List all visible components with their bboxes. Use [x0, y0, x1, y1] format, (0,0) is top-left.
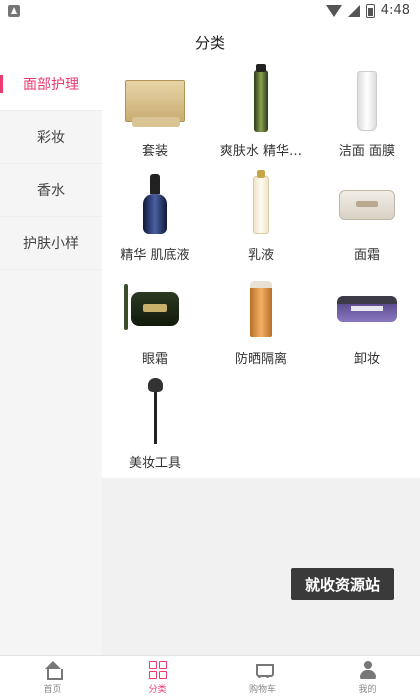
subcategory-label: 面霜 — [353, 248, 380, 263]
signal-icon — [347, 4, 360, 17]
tab-cart[interactable]: 购物车 — [210, 656, 315, 700]
subcategory-item-cream[interactable]: 面霜 — [314, 170, 420, 274]
cart-icon — [254, 661, 274, 679]
sidebar-item-label: 彩妆 — [37, 130, 65, 146]
cleanser-tube-icon — [332, 66, 402, 136]
subcategory-label: 爽肤水 精华… — [219, 144, 303, 159]
tab-label: 首页 — [43, 685, 62, 695]
subcategory-item-cleanser[interactable]: 洁面 面膜 — [314, 66, 420, 170]
category-content: 套装 爽肤水 精华… 洁面 面膜 精华 肌底液 乳液 面霜 眼霜 防晒隔离 卸妆… — [102, 58, 420, 655]
status-time: 4:48 — [380, 3, 410, 18]
subcategory-item-toner[interactable]: 爽肤水 精华… — [208, 64, 314, 170]
subcategory-item-lotion[interactable]: 乳液 — [208, 170, 314, 274]
subcategory-label: 美妆工具 — [128, 456, 181, 471]
makeup-brush-icon — [120, 378, 190, 448]
sidebar-item-perfume[interactable]: 香水 — [0, 164, 102, 217]
tab-home[interactable]: 首页 — [0, 656, 105, 700]
subcategory-label: 卸妆 — [353, 352, 380, 367]
subcategory-item-beauty-tools[interactable]: 美妆工具 — [102, 378, 208, 482]
category-grid-icon — [148, 661, 167, 679]
sidebar-item-label: 面部护理 — [23, 77, 79, 93]
notification-icon — [8, 5, 20, 17]
sidebar-item-face-care[interactable]: 面部护理 — [0, 58, 102, 111]
status-bar: 4:48 — [0, 0, 420, 24]
subcategory-item-makeup-remover[interactable]: 卸妆 — [314, 274, 420, 378]
wifi-icon — [325, 4, 342, 17]
subcategory-item-sets[interactable]: 套装 — [102, 66, 208, 170]
battery-icon — [365, 3, 375, 18]
sidebar-item-label: 护肤小样 — [23, 236, 79, 252]
user-icon — [359, 661, 377, 679]
subcategory-label: 眼霜 — [141, 352, 168, 367]
lotion-bottle-icon — [226, 170, 296, 240]
subcategory-label: 精华 肌底液 — [120, 248, 190, 263]
bottom-tab-bar: 首页 分类 购物车 我的 — [0, 655, 420, 700]
tab-label: 分类 — [148, 685, 167, 695]
page-title: 分类 — [194, 34, 225, 52]
subcategory-label: 防晒隔离 — [234, 352, 287, 367]
toner-bottle-icon — [226, 64, 296, 136]
subcategory-label: 洁面 面膜 — [338, 144, 396, 159]
sidebar-item-samples[interactable]: 护肤小样 — [0, 217, 102, 270]
tab-label: 我的 — [358, 685, 377, 695]
tab-category[interactable]: 分类 — [105, 656, 210, 700]
page-header: 分类 — [0, 24, 420, 58]
sunscreen-bottle-icon — [226, 274, 296, 344]
category-sidebar: 面部护理 彩妆 香水 护肤小样 — [0, 58, 102, 655]
sidebar-item-makeup[interactable]: 彩妆 — [0, 111, 102, 164]
tab-label: 购物车 — [248, 685, 276, 695]
home-icon — [44, 661, 63, 680]
cleansing-balm-icon — [332, 274, 402, 344]
subcategory-item-eye-cream[interactable]: 眼霜 — [102, 274, 208, 378]
watermark-badge: 就收资源站 — [291, 568, 394, 600]
tab-profile[interactable]: 我的 — [315, 656, 420, 700]
cream-jar-icon — [332, 170, 402, 240]
status-icons: 4:48 — [325, 3, 410, 18]
subcategory-item-serum[interactable]: 精华 肌底液 — [102, 170, 208, 274]
subcategory-item-sunscreen[interactable]: 防晒隔离 — [208, 274, 314, 378]
subcategory-label: 套装 — [141, 144, 168, 159]
serum-bottle-icon — [120, 170, 190, 240]
gift-set-icon — [120, 66, 190, 136]
subcategory-grid: 套装 爽肤水 精华… 洁面 面膜 精华 肌底液 乳液 面霜 眼霜 防晒隔离 卸妆… — [102, 58, 420, 478]
subcategory-label: 乳液 — [247, 248, 274, 263]
eye-cream-jar-icon — [120, 274, 190, 344]
sidebar-item-label: 香水 — [37, 183, 65, 199]
